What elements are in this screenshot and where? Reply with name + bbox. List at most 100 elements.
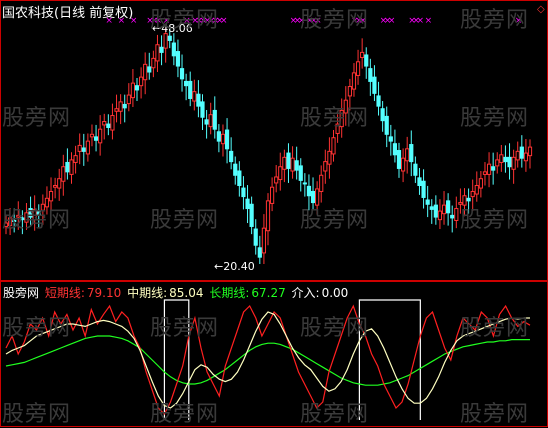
watermark: 股旁网: [150, 208, 220, 233]
mid-label: 中期线:: [127, 286, 168, 300]
candle-body: [409, 144, 414, 163]
candle-body: [237, 170, 242, 187]
candle-body: [216, 131, 221, 142]
candle-body: [286, 152, 291, 169]
candle-body: [417, 177, 422, 187]
candle-body: [212, 109, 217, 130]
candle-body: [323, 161, 328, 172]
candle-body: [143, 63, 148, 81]
candle-body: [290, 157, 295, 172]
candle-body: [429, 206, 434, 210]
short-label: 短期线:: [44, 286, 85, 300]
candle-body: [327, 150, 332, 165]
candle-body: [491, 166, 496, 171]
candle-body: [446, 200, 451, 214]
candle-body: [474, 185, 479, 195]
candle-body: [167, 35, 172, 41]
candle-body: [69, 159, 74, 175]
candle-body: [229, 150, 234, 163]
candle-body: [413, 163, 418, 176]
candle-body: [527, 146, 533, 157]
candle-body: [400, 157, 406, 172]
long-label: 长期线:: [209, 286, 250, 300]
candle-body: [278, 166, 283, 181]
candle-body: [93, 136, 99, 141]
candle-body: [380, 108, 385, 122]
candle-body: [519, 146, 524, 159]
candle-body: [61, 166, 66, 182]
candle-body: [147, 66, 152, 73]
candle-body: [503, 156, 508, 163]
candle-body: [269, 186, 275, 204]
low-price-value: 20.40: [223, 260, 255, 273]
candle-body: [306, 185, 312, 197]
candle-body: [470, 190, 475, 198]
candle-body: [511, 156, 516, 170]
candle-body: [163, 33, 168, 49]
candle-body: [130, 82, 136, 99]
long-term-line: [5, 335, 530, 386]
low-arrow-icon: ←: [214, 260, 224, 273]
mid-value: 85.04: [169, 286, 204, 300]
watermark: 股旁网: [460, 316, 530, 341]
candle-body: [405, 148, 410, 162]
candle-body: [392, 143, 398, 156]
signal-marker-icon: ×: [388, 16, 396, 26]
candle-body: [134, 85, 140, 91]
candle-body: [155, 44, 160, 62]
candle-body: [257, 247, 262, 258]
candle-body: [224, 129, 230, 150]
watermark: 股旁网: [300, 106, 370, 131]
watermark: 股旁网: [300, 402, 370, 427]
candle-body: [77, 144, 82, 152]
watermark: 股旁网: [460, 106, 530, 131]
candle-body: [310, 190, 316, 204]
signal-marker-icon: ×: [425, 16, 433, 26]
page-title: 国农科技(日线 前复权): [2, 6, 134, 21]
indicator-legend: 股旁网 短期线: 79.10 中期线: 85.04 长期线: 67.27 介入: 0.0…: [3, 284, 350, 301]
candle-body: [110, 115, 115, 131]
candle-body: [65, 161, 70, 173]
low-price-label: ←20.40: [214, 260, 255, 273]
candle-body: [192, 91, 197, 102]
candle-body: [360, 51, 365, 59]
candle-body: [384, 115, 389, 135]
short-term-line: [5, 304, 531, 416]
candle-body: [200, 101, 205, 118]
watermark: 股旁网: [150, 316, 220, 341]
watermark: 股旁网: [2, 208, 72, 233]
candle-body: [184, 80, 189, 87]
candle-body: [220, 133, 226, 145]
watermark: 股旁网: [2, 106, 72, 131]
candle-body: [364, 54, 369, 67]
watermark: 股旁网: [460, 402, 530, 427]
candle-body: [57, 178, 62, 189]
candle-body: [294, 160, 299, 171]
candle-body: [421, 180, 426, 198]
candle-body: [441, 204, 447, 215]
candle-body: [106, 123, 111, 128]
candle-body: [298, 165, 303, 181]
watermark: 股旁网: [150, 402, 220, 427]
candle-body: [376, 95, 381, 107]
candle-body: [233, 163, 238, 176]
candle-body: [486, 163, 492, 175]
candle-body: [159, 46, 164, 53]
candle-body: [138, 76, 144, 87]
candle-body: [175, 51, 181, 67]
candle-body: [98, 128, 103, 144]
candle-body: [425, 199, 430, 205]
candle-body: [102, 121, 107, 126]
candle-body: [151, 57, 156, 69]
candle-body: [450, 214, 455, 219]
watermark: 股旁网: [300, 208, 370, 233]
watermark: 股旁网: [300, 316, 370, 341]
candle-body: [523, 152, 529, 162]
candle-body: [81, 147, 86, 152]
candle-body: [466, 197, 471, 202]
candle-body: [482, 171, 488, 175]
candle-body: [347, 86, 352, 97]
signal-marker-icon: ×: [220, 16, 228, 26]
candle-body: [53, 185, 58, 188]
candle-body: [319, 174, 324, 192]
